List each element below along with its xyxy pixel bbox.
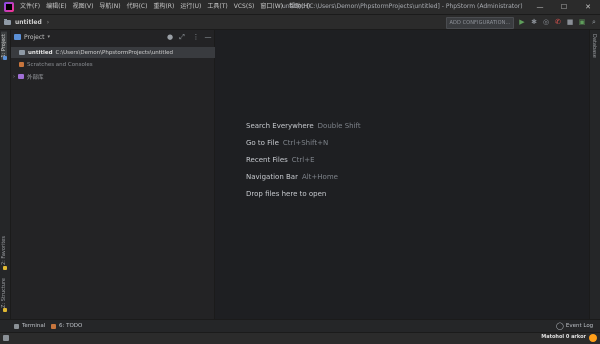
menu-tools[interactable]: 工具(T) xyxy=(204,0,230,14)
stop-icon[interactable]: ■ xyxy=(566,18,574,26)
maximize-button[interactable]: ☐ xyxy=(552,0,576,14)
tab-favorites[interactable]: 2: Favorites xyxy=(1,236,7,265)
tree-row-external-libraries[interactable]: › 外部库 xyxy=(11,71,216,82)
scratches-icon xyxy=(19,62,24,67)
debug-icon[interactable]: ✱ xyxy=(530,18,538,26)
menu-refactor[interactable]: 重构(R) xyxy=(150,0,177,14)
chevron-down-icon: ▾ xyxy=(47,34,51,40)
star-icon xyxy=(3,266,7,270)
tree-root-path: C:\Users\Demon\PhpstormProjects\untitled xyxy=(55,49,173,56)
menu-navigate[interactable]: 导航(N) xyxy=(96,0,123,14)
right-tool-strip: Database xyxy=(589,30,600,319)
event-log-label: Event Log xyxy=(565,323,594,329)
project-panel-header: Project ▾ ● ⤢ ⋮ — xyxy=(11,30,214,44)
welcome-hint: Drop files here to open xyxy=(246,190,326,198)
tree-row-scratches[interactable]: Scratches and Consoles xyxy=(11,59,222,70)
tab-terminal[interactable]: Terminal xyxy=(14,320,45,332)
editor-empty-area[interactable]: Search Everywhere Double Shift Go to File… xyxy=(215,30,589,319)
breadcrumb-project: untitled xyxy=(15,18,42,26)
hint-shortcut: Ctrl+Shift+N xyxy=(282,139,329,147)
menu-view[interactable]: 视图(V) xyxy=(70,0,97,14)
tab-event-log[interactable]: ◯ Event Log xyxy=(556,320,593,332)
hint-action: Go to File xyxy=(246,139,279,147)
phone-debug-icon[interactable]: ✆ xyxy=(554,18,562,26)
minimize-button[interactable]: — xyxy=(528,0,552,14)
hint-action: Navigation Bar xyxy=(246,173,298,181)
hint-action: Search Everywhere xyxy=(246,122,314,130)
terminal-label: Terminal xyxy=(22,323,46,329)
menu-file[interactable]: 文件(F) xyxy=(17,0,43,14)
collapse-icon[interactable]: ⤢ xyxy=(178,33,186,41)
library-icon xyxy=(18,74,24,79)
tab-todo[interactable]: 6: TODO xyxy=(51,320,82,332)
tree-external-libs-label: 外部库 xyxy=(27,74,44,81)
status-bar: Matohol 0 arkor xyxy=(0,332,600,344)
watermark-text: Matohol 0 arkor xyxy=(541,334,586,340)
project-tab-icon xyxy=(3,56,7,60)
hint-action: Drop files here to open xyxy=(246,190,327,198)
menu-vcs[interactable]: VCS(S) xyxy=(231,0,258,14)
folder-icon xyxy=(19,50,25,55)
event-log-icon: ◯ xyxy=(556,322,564,330)
project-structure-icon[interactable]: ▣ xyxy=(578,18,586,26)
tree-scratches-label: Scratches and Consoles xyxy=(27,61,93,68)
gear-icon[interactable]: ⋮ xyxy=(192,33,200,41)
welcome-hint: Go to File Ctrl+Shift+N xyxy=(246,139,328,147)
notification-icon[interactable] xyxy=(589,334,597,342)
tab-structure[interactable]: Z: Structure xyxy=(1,278,7,308)
left-tool-strip: 1: Project 2: Favorites Z: Structure xyxy=(0,30,11,319)
bottom-tool-strip: Terminal 6: TODO ◯ Event Log xyxy=(0,319,600,332)
title-bar: 文件(F) 编辑(E) 视图(V) 导航(N) 代码(C) 重构(R) 运行(U… xyxy=(0,0,600,15)
todo-label: 6: TODO xyxy=(59,323,83,329)
hint-action: Recent Files xyxy=(246,156,288,164)
menu-code[interactable]: 代码(C) xyxy=(124,0,151,14)
phpstorm-logo-icon xyxy=(4,2,14,12)
window-controls: — ☐ ✕ xyxy=(528,0,600,14)
tree-row-root[interactable]: untitled C:\Users\Demon\PhpstormProjects… xyxy=(11,47,222,58)
project-view-selector[interactable]: Project ▾ xyxy=(14,34,50,41)
search-icon[interactable]: ⌕ xyxy=(590,18,598,26)
hide-panel-icon[interactable]: — xyxy=(204,33,212,41)
window-title: untitled [C:\Users\Demon\PhpstormProject… xyxy=(282,3,523,10)
tab-database[interactable]: Database xyxy=(591,34,597,58)
add-configuration-button[interactable]: ADD CONFIGURATION... xyxy=(446,17,514,29)
welcome-hint: Recent Files Ctrl+E xyxy=(246,156,315,164)
breadcrumb-separator: › xyxy=(46,18,50,26)
welcome-hint: Navigation Bar Alt+Home xyxy=(246,173,338,181)
project-panel: Project ▾ ● ⤢ ⋮ — untitled C:\Users\Demo… xyxy=(11,30,222,319)
project-panel-title: Project xyxy=(24,33,45,41)
menu-edit[interactable]: 编辑(E) xyxy=(43,0,69,14)
todo-icon xyxy=(51,323,56,329)
hint-shortcut: Ctrl+E xyxy=(291,156,315,164)
locate-icon[interactable]: ● xyxy=(166,33,174,41)
coverage-icon[interactable]: ◎ xyxy=(542,18,550,26)
project-icon xyxy=(14,34,21,40)
terminal-icon xyxy=(14,323,19,329)
folder-icon xyxy=(4,18,11,25)
ide-window: 文件(F) 编辑(E) 视图(V) 导航(N) 代码(C) 重构(R) 运行(U… xyxy=(0,0,600,344)
chevron-right-icon[interactable]: › xyxy=(13,74,15,80)
structure-icon xyxy=(3,308,7,312)
welcome-hint: Search Everywhere Double Shift xyxy=(246,122,361,130)
breadcrumb[interactable]: untitled › xyxy=(4,15,49,29)
run-icon[interactable]: ▶ xyxy=(518,18,526,26)
status-icon xyxy=(3,335,9,341)
hint-shortcut: Alt+Home xyxy=(301,173,338,181)
menu-bar: 文件(F) 编辑(E) 视图(V) 导航(N) 代码(C) 重构(R) 运行(U… xyxy=(17,0,313,14)
menu-run[interactable]: 运行(U) xyxy=(177,0,204,14)
tree-root-name: untitled xyxy=(28,49,53,56)
hint-shortcut: Double Shift xyxy=(317,122,361,130)
close-window-button[interactable]: ✕ xyxy=(576,0,600,14)
navigation-bar: untitled › ADD CONFIGURATION... ▶ ✱ ◎ ✆ … xyxy=(0,15,600,30)
